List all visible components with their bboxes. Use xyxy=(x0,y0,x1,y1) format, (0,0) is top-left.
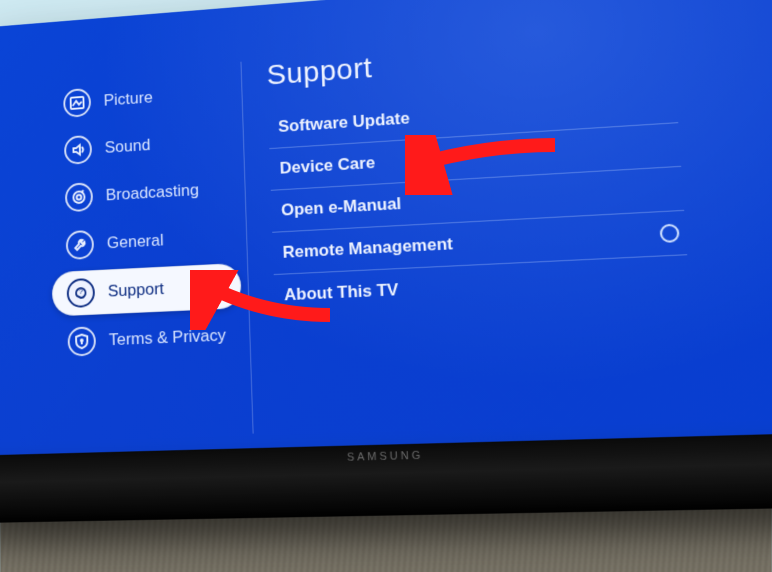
menu-item-label: About This TV xyxy=(284,280,399,305)
sidebar-item-terms-privacy[interactable]: Terms & Privacy xyxy=(60,310,251,367)
content-pane: Support Software Update Device Care Open… xyxy=(241,29,707,414)
menu-item-label: Open e-Manual xyxy=(281,194,402,220)
sidebar-item-label: Sound xyxy=(105,136,151,158)
shield-icon xyxy=(68,326,97,356)
menu-item-label: Remote Management xyxy=(282,234,453,262)
page-title: Support xyxy=(266,30,674,93)
brand-label: SAMSUNG xyxy=(347,450,424,464)
picture-icon xyxy=(63,88,91,118)
sidebar-item-label: Support xyxy=(108,279,165,301)
broadcast-icon xyxy=(65,182,93,212)
wrench-icon xyxy=(66,230,94,260)
sidebar-item-label: General xyxy=(107,231,164,253)
svg-text:?: ? xyxy=(79,287,84,296)
sidebar-item-support[interactable]: ? Support xyxy=(59,261,249,319)
sidebar-item-label: Broadcasting xyxy=(106,181,200,206)
settings-panel: Picture Sound Broadcasting xyxy=(56,29,708,420)
settings-sidebar: Picture Sound Broadcasting xyxy=(56,62,253,420)
tv-screen: Picture Sound Broadcasting xyxy=(0,0,772,502)
sound-icon xyxy=(64,135,92,165)
menu-item-label: Device Care xyxy=(279,153,375,178)
scene: Picture Sound Broadcasting xyxy=(0,0,772,572)
sidebar-item-label: Picture xyxy=(104,88,153,110)
menu-item-label: Software Update xyxy=(278,109,410,137)
toggle-ring-icon xyxy=(659,224,679,243)
sidebar-item-label: Terms & Privacy xyxy=(109,326,227,350)
